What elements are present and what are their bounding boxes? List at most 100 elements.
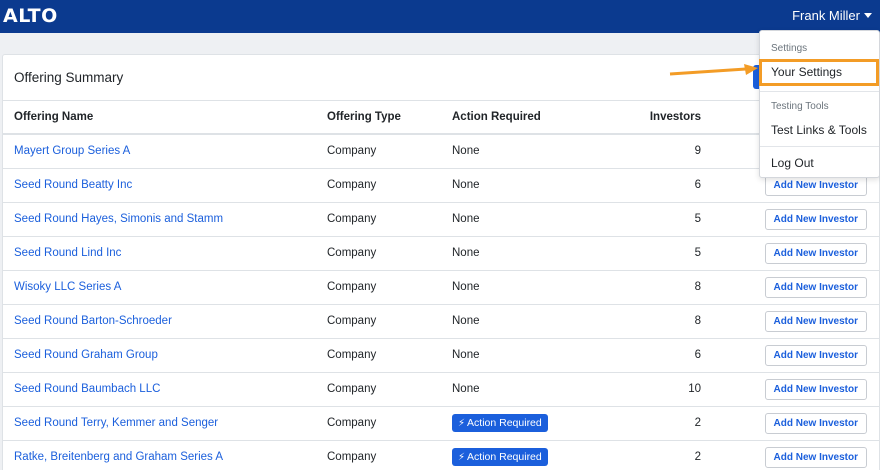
add-investor-cell: Add New Investor bbox=[702, 406, 879, 441]
offering-name-cell: Seed Round Terry, Kemmer and Senger bbox=[3, 406, 327, 441]
offering-type-cell: Company bbox=[327, 440, 452, 470]
user-menu-toggle[interactable]: Frank Miller bbox=[792, 8, 872, 23]
caret-down-icon bbox=[864, 13, 872, 18]
header-action-required: Action Required bbox=[452, 101, 602, 135]
offering-type-cell: Company bbox=[327, 202, 452, 237]
offering-name-link[interactable]: Seed Round Graham Group bbox=[14, 349, 158, 361]
action-required-cell: None bbox=[452, 202, 602, 237]
action-required-cell: None bbox=[452, 236, 602, 271]
table-row: Mayert Group Series ACompanyNone9Add New… bbox=[3, 134, 879, 169]
add-new-investor-button[interactable]: Add New Investor bbox=[764, 378, 867, 400]
add-investor-cell: Add New Investor bbox=[702, 372, 879, 407]
action-required-cell: None bbox=[452, 270, 602, 305]
add-investor-cell: Add New Investor bbox=[702, 236, 879, 271]
investors-count-cell: 8 bbox=[602, 270, 702, 305]
investors-count-cell: 5 bbox=[602, 236, 702, 271]
offering-name-link[interactable]: Ratke, Breitenberg and Graham Series A bbox=[14, 451, 223, 463]
action-required-badge[interactable]: ⚡ Action Required bbox=[452, 448, 548, 466]
add-new-investor-button[interactable]: Add New Investor bbox=[764, 412, 867, 434]
log-out-item[interactable]: Log Out bbox=[771, 156, 814, 170]
add-new-investor-button[interactable]: Add New Investor bbox=[764, 242, 867, 264]
add-new-investor-button[interactable]: Add New Investor bbox=[764, 344, 867, 366]
table-row: Seed Round Barton-Schroeder Company None 8 A… bbox=[3, 304, 879, 339]
action-required-cell: ⚡ Action Required bbox=[452, 406, 602, 441]
offering-type-cell: Company bbox=[327, 270, 452, 305]
table-row: Seed Round Beatty Inc Company None 6 Add New… bbox=[3, 168, 879, 203]
add-investor-cell: Add New Investor bbox=[702, 440, 879, 470]
investors-count-cell: 6 bbox=[602, 168, 702, 203]
add-new-investor-button[interactable]: Add New Investor bbox=[764, 208, 867, 230]
offering-type-cell: Company bbox=[327, 236, 452, 271]
offering-name-link[interactable]: Seed Round Baumbach LLC bbox=[14, 383, 160, 395]
table-row: Seed Round Hayes, Simonis and Stamm Compa… bbox=[3, 202, 879, 237]
offering-name-link[interactable]: Seed Round Hayes, Simonis and Stamm bbox=[14, 213, 223, 225]
offering-name-cell: Seed Round Barton-Schroeder bbox=[3, 304, 327, 339]
offering-name-cell: Wisoky LLC Series A bbox=[3, 270, 327, 305]
badge-label: Action Required bbox=[467, 451, 542, 463]
table-row: Seed Round Graham Group Company None 6 Add N… bbox=[3, 338, 879, 373]
badge-label: Action Required bbox=[467, 417, 542, 429]
action-required-cell: None bbox=[452, 168, 602, 203]
table-row: Wisoky LLC Series A Company None 8 Add New I… bbox=[3, 270, 879, 305]
table-row: Seed Round Lind Inc Company None 5 Add New I… bbox=[3, 236, 879, 271]
offering-name-link[interactable]: Seed Round Barton-Schroeder bbox=[14, 315, 172, 327]
action-required-cell: None bbox=[452, 372, 602, 407]
offering-type-cell: Company bbox=[327, 304, 452, 339]
table-header-row: Offering Name Offering Type Action Requi… bbox=[3, 101, 879, 135]
offering-name-cell: Seed Round Baumbach LLC bbox=[3, 372, 327, 407]
investors-count-cell: 6 bbox=[602, 338, 702, 373]
add-investor-cell: Add New Investor bbox=[702, 270, 879, 305]
offering-name-link[interactable]: Mayert Group Series A bbox=[14, 145, 130, 157]
add-investor-cell: Add New Investor bbox=[702, 304, 879, 339]
offering-summary-card: Offering Summary Offering Name Offering … bbox=[2, 54, 880, 470]
header-offering-type: Offering Type bbox=[327, 101, 452, 135]
dropdown-divider bbox=[760, 146, 879, 147]
offerings-table: Offering Name Offering Type Action Requi… bbox=[3, 101, 879, 470]
investors-count-cell: 2 bbox=[602, 440, 702, 470]
test-links-item[interactable]: Test Links & Tools bbox=[771, 123, 867, 137]
dropdown-divider bbox=[760, 91, 879, 92]
bolt-icon: ⚡ bbox=[458, 452, 466, 463]
add-investor-cell: Add New Investor bbox=[702, 338, 879, 373]
arrow-right-icon bbox=[669, 64, 758, 76]
header-offering-name: Offering Name bbox=[3, 101, 327, 135]
offering-name-cell: Seed Round Lind Inc bbox=[3, 236, 327, 271]
investors-count-cell: 2 bbox=[602, 406, 702, 441]
offering-name-link[interactable]: Seed Round Beatty Inc bbox=[14, 179, 132, 191]
bolt-icon: ⚡ bbox=[458, 418, 466, 429]
offering-name-cell: Seed Round Hayes, Simonis and Stamm bbox=[3, 202, 327, 237]
add-new-investor-button[interactable]: Add New Investor bbox=[764, 446, 867, 468]
offering-type-cell: Company bbox=[327, 134, 452, 169]
action-required-cell: None bbox=[452, 134, 602, 169]
offering-name-link[interactable]: Seed Round Terry, Kemmer and Senger bbox=[14, 417, 218, 429]
offering-type-cell: Company bbox=[327, 168, 452, 203]
dropdown-header-testing: Testing Tools bbox=[771, 101, 829, 112]
header-investors: Investors bbox=[602, 101, 702, 135]
offering-name-cell: Mayert Group Series A bbox=[3, 134, 327, 169]
user-dropdown-menu: Settings Your Settings Testing Tools Tes… bbox=[759, 30, 880, 178]
offering-name-cell: Ratke, Breitenberg and Graham Series A bbox=[3, 440, 327, 470]
action-required-cell: None bbox=[452, 304, 602, 339]
offering-name-link[interactable]: Seed Round Lind Inc bbox=[14, 247, 121, 259]
investors-count-cell: 8 bbox=[602, 304, 702, 339]
offering-name-link[interactable]: Wisoky LLC Series A bbox=[14, 281, 121, 293]
table-row: Seed Round Baumbach LLC Company None 10 Add … bbox=[3, 372, 879, 407]
action-required-cell: ⚡ Action Required bbox=[452, 440, 602, 470]
user-name: Frank Miller bbox=[792, 8, 860, 23]
add-new-investor-button[interactable]: Add New Investor bbox=[764, 310, 867, 332]
investors-count-cell: 5 bbox=[602, 202, 702, 237]
offering-type-cell: Company bbox=[327, 338, 452, 373]
add-new-investor-button[interactable]: Add New Investor bbox=[764, 276, 867, 298]
card-title: Offering Summary bbox=[14, 70, 124, 85]
alto-logo[interactable]: ALTO bbox=[3, 5, 58, 27]
offering-name-cell: Seed Round Graham Group bbox=[3, 338, 327, 373]
action-required-cell: None bbox=[452, 338, 602, 373]
table-row: Seed Round Terry, Kemmer and Senger Compa… bbox=[3, 406, 879, 441]
investors-count-cell: 9 bbox=[602, 134, 702, 169]
top-navbar: ALTO Frank Miller bbox=[0, 0, 880, 33]
your-settings-highlight bbox=[759, 59, 879, 86]
offering-type-cell: Company bbox=[327, 372, 452, 407]
action-required-badge[interactable]: ⚡ Action Required bbox=[452, 414, 548, 432]
offering-type-cell: Company bbox=[327, 406, 452, 441]
dropdown-header-settings: Settings bbox=[771, 43, 808, 54]
